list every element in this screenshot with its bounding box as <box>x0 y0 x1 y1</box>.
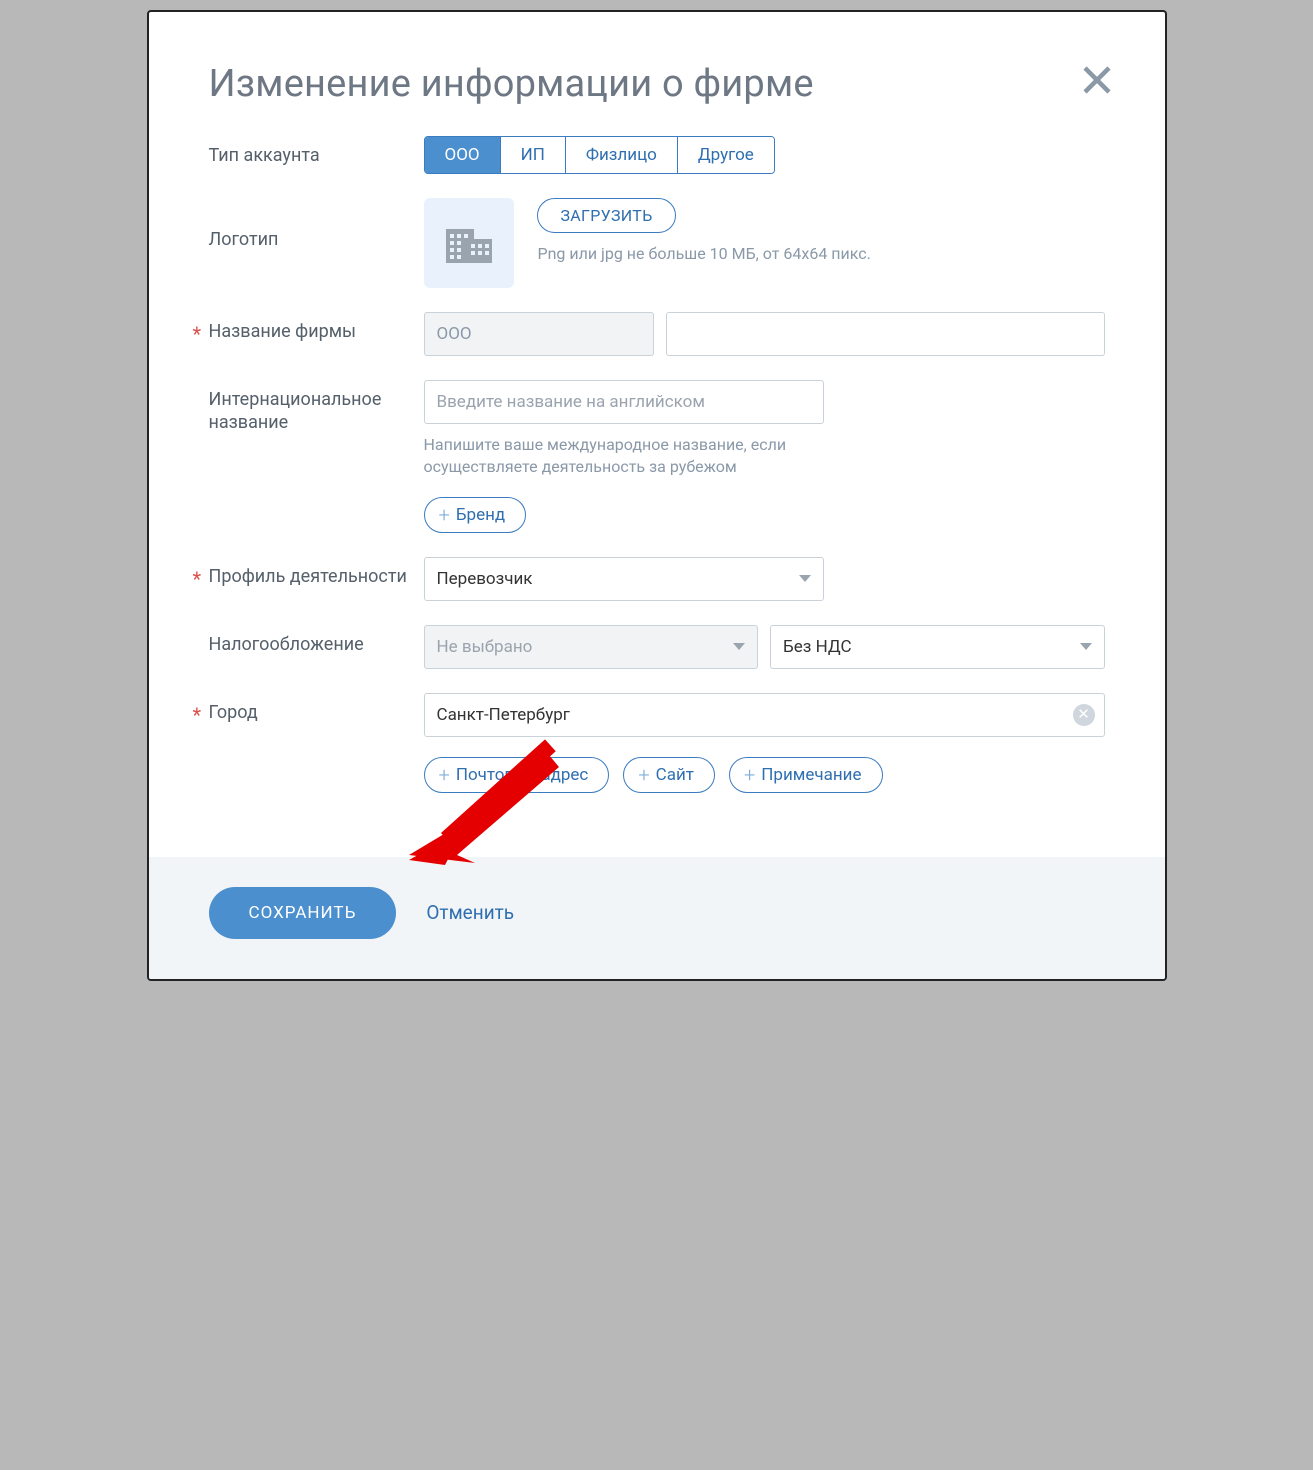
company-name-input[interactable] <box>666 312 1105 356</box>
city-input[interactable] <box>424 693 1105 737</box>
company-name-prefix <box>424 312 654 356</box>
add-brand-button[interactable]: +Бренд <box>424 497 527 533</box>
tax-label: Налогообложение <box>209 625 424 656</box>
logo-preview <box>424 198 514 288</box>
account-type-segmented: ООО ИП Физлицо Другое <box>424 136 775 174</box>
profile-label: *Профиль деятельности <box>209 557 424 588</box>
edit-company-modal: Изменение информации о фирме Тип аккаунт… <box>147 10 1167 981</box>
chevron-down-icon <box>1080 643 1092 650</box>
plus-icon: + <box>638 765 649 785</box>
intl-name-hint: Напишите ваше международное название, ес… <box>424 434 844 479</box>
required-marker: * <box>193 566 202 592</box>
chevron-down-icon <box>799 575 811 582</box>
close-icon <box>1079 62 1115 98</box>
account-type-opt-ooo[interactable]: ООО <box>425 137 501 173</box>
profile-select[interactable]: Перевозчик <box>424 557 824 601</box>
plus-icon: + <box>744 765 755 785</box>
add-site-button[interactable]: +Сайт <box>623 757 715 793</box>
account-type-opt-other[interactable]: Другое <box>678 137 774 173</box>
save-button[interactable]: СОХРАНИТЬ <box>209 887 397 939</box>
close-button[interactable] <box>1079 62 1115 104</box>
chevron-down-icon <box>733 643 745 650</box>
add-postal-address-button[interactable]: +Почтовый адрес <box>424 757 610 793</box>
add-note-button[interactable]: +Примечание <box>729 757 883 793</box>
plus-icon: + <box>439 505 450 525</box>
building-icon <box>446 223 492 263</box>
required-marker: * <box>193 321 202 347</box>
intl-name-label: Интернациональное название <box>209 380 424 435</box>
vat-select[interactable]: Без НДС <box>770 625 1105 669</box>
city-label: *Город <box>209 693 424 724</box>
cancel-link[interactable]: Отменить <box>426 901 514 924</box>
account-type-opt-fiz[interactable]: Физлицо <box>566 137 678 173</box>
plus-icon: + <box>439 765 450 785</box>
account-type-opt-ip[interactable]: ИП <box>501 137 566 173</box>
logo-label: Логотип <box>209 198 424 251</box>
modal-title: Изменение информации о фирме <box>209 62 1105 106</box>
required-marker: * <box>193 702 202 728</box>
tax-system-select[interactable]: Не выбрано <box>424 625 759 669</box>
company-name-label: *Название фирмы <box>209 312 424 343</box>
close-icon: ✕ <box>1077 707 1090 722</box>
logo-hint: Png или jpg не больше 10 МБ, от 64х64 пи… <box>537 243 870 265</box>
intl-name-input[interactable] <box>424 380 824 424</box>
clear-city-button[interactable]: ✕ <box>1073 704 1095 726</box>
account-type-label: Тип аккаунта <box>209 136 424 167</box>
modal-footer: СОХРАНИТЬ Отменить <box>149 857 1165 979</box>
upload-logo-button[interactable]: ЗАГРУЗИТЬ <box>537 198 675 233</box>
